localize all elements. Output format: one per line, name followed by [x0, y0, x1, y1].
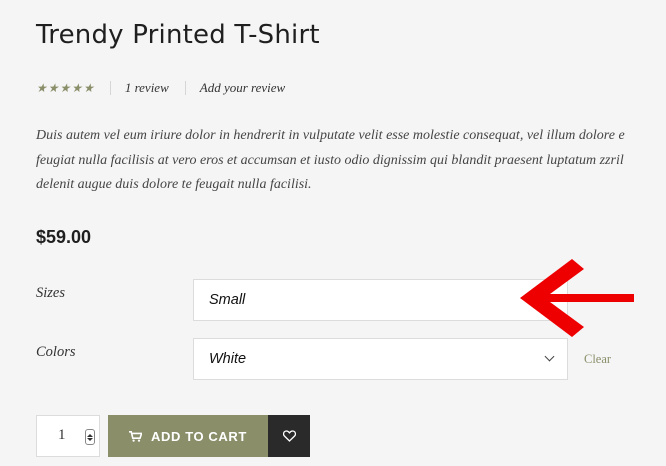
rating-stars: ★ ★ ★ ★ ★: [36, 81, 94, 96]
decrement-icon[interactable]: [87, 437, 93, 441]
colors-select[interactable]: White: [193, 338, 568, 380]
rating-row: ★ ★ ★ ★ ★ 1 review Add your review: [36, 78, 285, 98]
star-icon: ★: [59, 80, 71, 95]
star-icon: ★: [47, 80, 59, 95]
add-review-link[interactable]: Add your review: [200, 80, 285, 96]
divider: [109, 81, 111, 95]
description-line: feugiat nulla facilisis at vero eros et …: [36, 152, 624, 168]
star-icon: ★: [71, 80, 83, 95]
review-count-link[interactable]: 1 review: [125, 80, 169, 96]
divider: [184, 81, 186, 95]
quantity-value: 1: [58, 427, 66, 443]
chevron-down-icon: [544, 351, 555, 362]
increment-icon[interactable]: [87, 433, 93, 437]
colors-select-value: White: [209, 351, 247, 367]
arrow-left-icon: [520, 259, 634, 337]
quantity-spinner[interactable]: [85, 429, 95, 445]
description-line: delenit augue duis dolore te feugait nul…: [36, 177, 312, 192]
wishlist-button[interactable]: [268, 415, 310, 457]
add-to-cart-label: ADD TO CART: [151, 428, 247, 444]
sizes-select-value: Small: [209, 292, 246, 308]
sizes-select[interactable]: Small: [193, 279, 568, 321]
cart-icon: [129, 430, 143, 442]
sizes-label: Sizes: [36, 285, 65, 301]
star-icon: ★: [83, 80, 94, 95]
colors-label: Colors: [36, 344, 76, 360]
product-description: Duis autem vel eum iriure dolor in hendr…: [36, 124, 666, 198]
clear-options-link[interactable]: Clear: [584, 352, 611, 367]
add-to-cart-button[interactable]: ADD TO CART: [108, 415, 268, 457]
heart-icon: [282, 430, 296, 442]
quantity-stepper[interactable]: 1: [36, 415, 100, 457]
description-line: Duis autem vel eum iriure dolor in hendr…: [36, 128, 625, 143]
product-price: $59.00: [36, 227, 92, 247]
product-title: Trendy Printed T-Shirt: [36, 20, 320, 50]
star-icon: ★: [36, 80, 47, 95]
